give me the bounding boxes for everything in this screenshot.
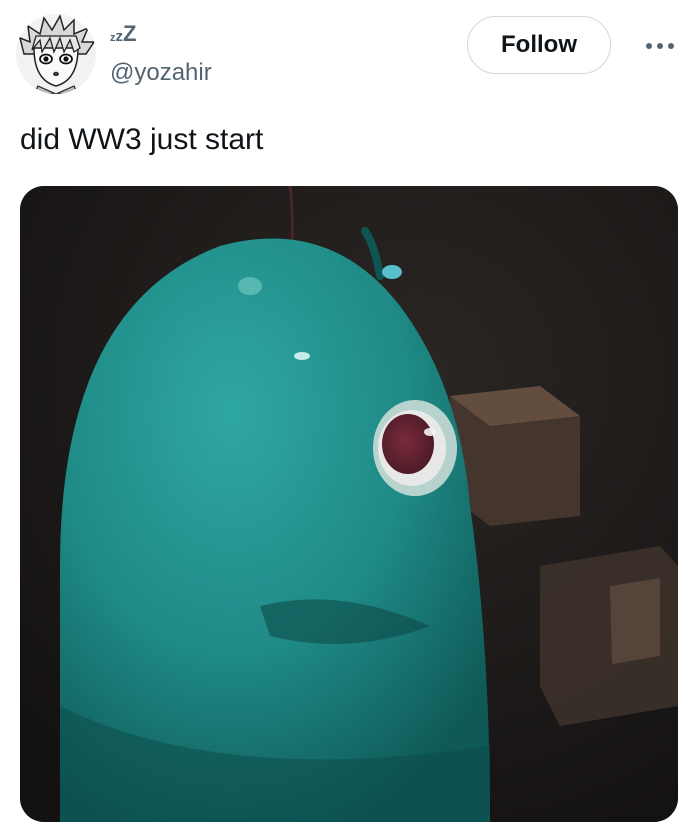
more-options-button[interactable] [640,30,680,62]
tweet-media[interactable] [20,186,678,822]
display-name-glyph-3: Z [123,21,137,46]
author-handle[interactable]: @yozahir [110,58,212,88]
anime-avatar-icon [16,14,96,94]
follow-button[interactable]: Follow [467,16,611,74]
blue-blob-character-photo [20,186,678,822]
display-name-glyph-2: z [115,28,124,45]
avatar[interactable] [16,14,96,94]
more-horizontal-icon [646,43,674,49]
display-name[interactable]: zzZ [110,20,136,48]
tweet-text: did WW3 just start [20,123,264,156]
tweet-card: zzZ @yozahir Follow did WW3 just start [0,0,695,838]
